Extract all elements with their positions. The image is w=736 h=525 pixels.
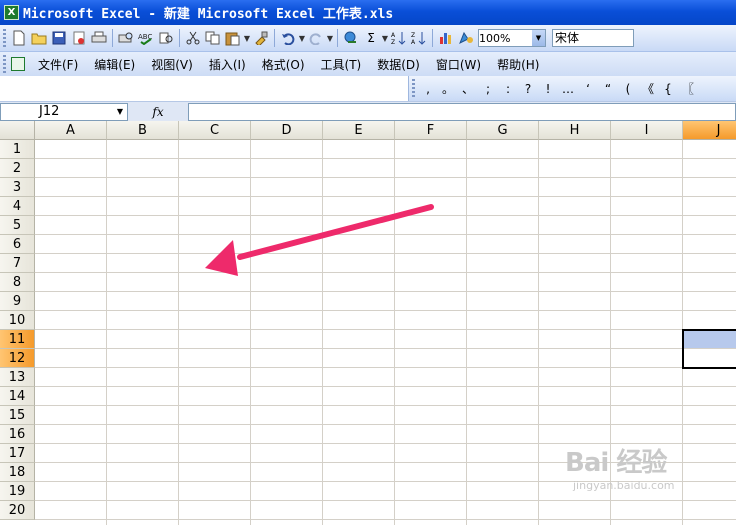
punct-exclaim-button[interactable]: ! [538,82,558,96]
punct-question-button[interactable]: ? [518,82,538,96]
title-bar: X Microsoft Excel - 新建 Microsoft Excel 工… [0,0,736,25]
toolbar-grip[interactable] [3,28,6,48]
undo-icon[interactable] [278,28,298,48]
formula-bar: J12 ▼ fx [0,101,736,121]
punct-semicolon-button[interactable]: ; [478,82,498,96]
print-icon[interactable] [89,28,109,48]
formula-input[interactable] [188,102,736,121]
paste-icon[interactable] [223,28,243,48]
paste-options-chevron-down-icon[interactable]: ▼ [243,34,251,43]
redo-icon[interactable] [306,28,326,48]
hyperlink-icon[interactable] [341,28,361,48]
svg-text:A: A [391,32,396,39]
punct-paren-button[interactable]: ( [618,82,638,96]
save-icon[interactable] [49,28,69,48]
open-icon[interactable] [29,28,49,48]
menu-bar: 文件(F) 编辑(E) 视图(V) 插入(I) 格式(O) 工具(T) 数据(D… [0,52,736,76]
name-box[interactable]: J12 ▼ [0,102,128,121]
autosum-icon[interactable]: Σ [361,28,381,48]
punct-double-quote-button[interactable]: “ [598,82,618,96]
watermark-url: jingyan.baidu.com [573,479,675,492]
permission-icon[interactable] [69,28,89,48]
print-preview-icon[interactable] [116,28,136,48]
standard-toolbar: ABC ▼ ▼ ▼ Σ ▼ AZ ZA 100% ▼ 宋体 [0,25,736,52]
drawing-icon[interactable] [456,28,476,48]
format-painter-icon[interactable] [251,28,271,48]
toolbar-separator [274,29,275,47]
baidu-watermark: Bai 经验 jingyan.baidu.com [565,442,735,512]
menu-format[interactable]: 格式(O) [254,56,313,73]
svg-text:Z: Z [391,39,395,45]
font-name-field[interactable]: 宋体 [552,29,634,47]
toolbar-separator [112,29,113,47]
menu-window[interactable]: 窗口(W) [428,56,489,73]
punctuation-toolbar-grip[interactable] [412,79,415,98]
menu-tools[interactable]: 工具(T) [313,56,370,73]
punctuation-toolbar: , 。 、 ; : ? ! … ‘ “ ( 《 { 〖 [408,76,736,101]
menu-edit[interactable]: 编辑(E) [86,56,143,73]
sort-ascending-icon[interactable]: AZ [389,28,409,48]
punct-brace-button[interactable]: { [658,82,678,96]
spelling-icon[interactable]: ABC [136,28,156,48]
punct-colon-button[interactable]: : [498,82,518,96]
insert-function-icon[interactable]: fx [128,105,188,119]
redo-chevron-down-icon[interactable]: ▼ [326,34,334,43]
menu-file[interactable]: 文件(F) [30,56,86,73]
menubar-grip[interactable] [3,54,6,74]
svg-text:Z: Z [411,32,415,39]
name-box-value: J12 [39,104,60,119]
sort-descending-icon[interactable]: ZA [409,28,429,48]
menu-help[interactable]: 帮助(H) [489,56,547,73]
punct-single-quote-button[interactable]: ‘ [578,82,598,96]
undo-chevron-down-icon[interactable]: ▼ [298,34,306,43]
svg-text:A: A [411,39,416,45]
menu-view[interactable]: 视图(V) [143,56,201,73]
punct-book-title-button[interactable]: 《 [638,80,658,97]
excel-app-icon: X [4,5,19,20]
zoom-chevron-down-icon[interactable]: ▼ [532,30,545,46]
menu-insert[interactable]: 插入(I) [201,56,254,73]
toolbar-separator [432,29,433,47]
menu-data[interactable]: 数据(D) [369,56,428,73]
window-title: Microsoft Excel - 新建 Microsoft Excel 工作表… [23,7,394,22]
chart-wizard-icon[interactable] [436,28,456,48]
punct-ellipsis-button[interactable]: … [558,82,578,96]
zoom-dropdown[interactable]: 100% ▼ [478,29,546,47]
punct-comma-button[interactable]: , [418,82,438,96]
workbook-icon[interactable] [11,57,25,71]
punct-bracket-button[interactable]: 〖 [678,80,698,97]
copy-icon[interactable] [203,28,223,48]
research-icon[interactable] [156,28,176,48]
cut-icon[interactable] [183,28,203,48]
toolbar-separator [337,29,338,47]
new-icon[interactable] [9,28,29,48]
toolbar-separator [179,29,180,47]
name-box-chevron-down-icon[interactable]: ▼ [113,107,127,116]
punct-enum-comma-button[interactable]: 、 [458,80,478,97]
autosum-chevron-down-icon[interactable]: ▼ [381,34,389,43]
watermark-brand: Bai 经验 [565,448,667,478]
zoom-value: 100% [479,31,511,45]
punct-period-button[interactable]: 。 [438,80,458,97]
